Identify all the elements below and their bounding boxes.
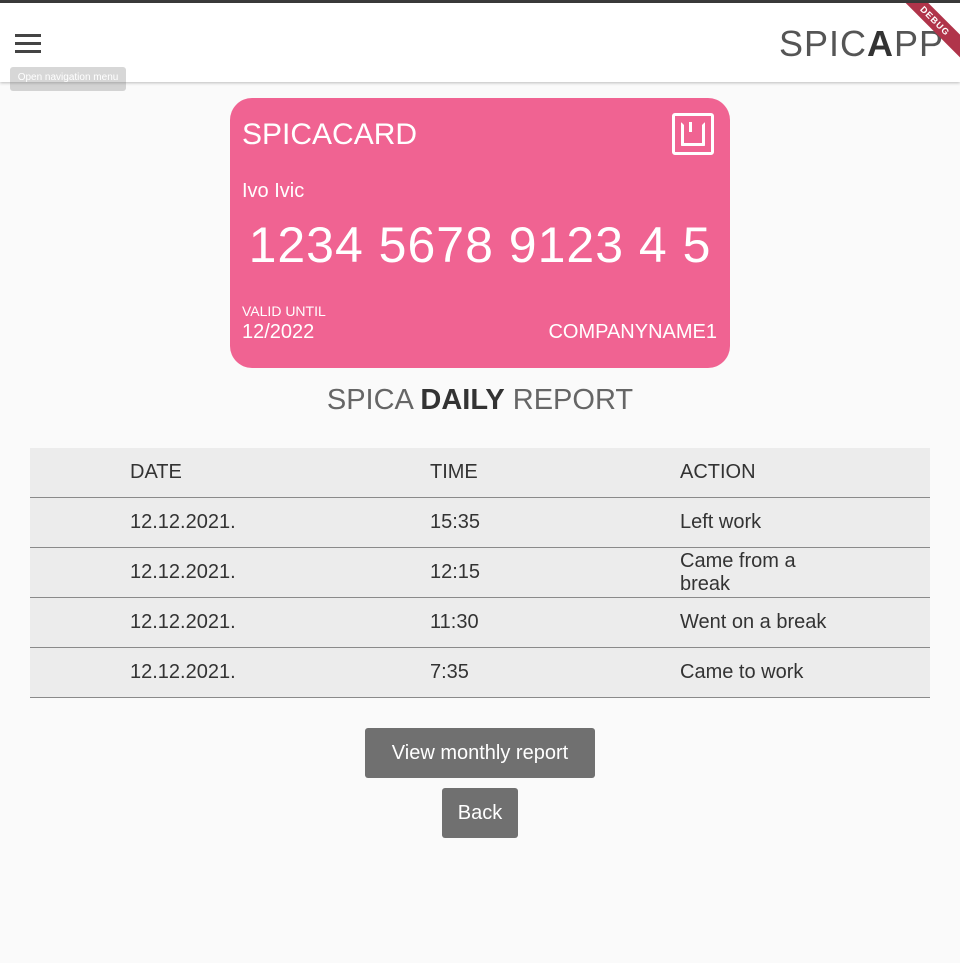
hamburger-menu-icon[interactable]	[10, 25, 46, 61]
cell-date: 12.12.2021.	[130, 561, 236, 583]
table-row: 12.12.2021. 11:30 Went on a break	[30, 598, 930, 648]
app-bar: SPICAPP DEBUG	[0, 3, 960, 82]
cell-time: 15:35	[430, 511, 481, 533]
report-title: SPICA DAILY REPORT	[0, 384, 960, 417]
cell-time: 7:35	[430, 661, 469, 683]
cell-date: 12.12.2021.	[130, 511, 236, 533]
brand-part1: SPIC	[778, 23, 867, 64]
cell-action: Came from a break	[680, 549, 796, 595]
brand-bold: A	[866, 23, 894, 64]
card-title: SPICACARD	[242, 118, 418, 151]
report-title-bold: DAILY	[420, 384, 505, 416]
cell-action: Left work	[680, 511, 762, 533]
table-header-row: DATE TIME ACTION	[30, 448, 930, 498]
nfc-icon	[672, 113, 714, 155]
table-row: 12.12.2021. 12:15 Came from a break	[30, 548, 930, 598]
daily-report-table: DATE TIME ACTION 12.12.2021. 15:35 Left …	[30, 448, 930, 698]
card-number: 1234 5678 9123 4 5	[248, 217, 712, 273]
card-company: COMPANYNAME1	[548, 321, 717, 343]
header-date: DATE	[130, 461, 182, 483]
cell-action: Went on a break	[680, 611, 827, 633]
view-monthly-report-button[interactable]: View monthly report	[365, 728, 595, 778]
app-brand: SPICAPP	[779, 23, 944, 65]
membership-card: SPICACARD Ivo Ivic 1234 5678 9123 4 5 VA…	[230, 98, 730, 368]
back-button[interactable]: Back	[442, 788, 518, 838]
table-row: 12.12.2021. 15:35 Left work	[30, 498, 930, 548]
valid-until-value: 12/2022	[242, 321, 315, 343]
card-holder-name: Ivo Ivic	[242, 180, 305, 202]
header-action: ACTION	[680, 461, 756, 483]
cell-time: 12:15	[430, 561, 481, 583]
cell-date: 12.12.2021.	[130, 661, 236, 683]
report-title-part2: REPORT	[504, 384, 634, 416]
header-time: TIME	[430, 461, 478, 483]
report-title-part1: SPICA	[326, 384, 421, 416]
cell-action: Came to work	[680, 661, 804, 683]
menu-tooltip: Open navigation menu	[10, 67, 126, 91]
cell-date: 12.12.2021.	[130, 611, 236, 633]
table-row: 12.12.2021. 7:35 Came to work	[30, 648, 930, 698]
cell-time: 11:30	[430, 611, 479, 633]
valid-until-label: VALID UNTIL	[242, 303, 326, 319]
